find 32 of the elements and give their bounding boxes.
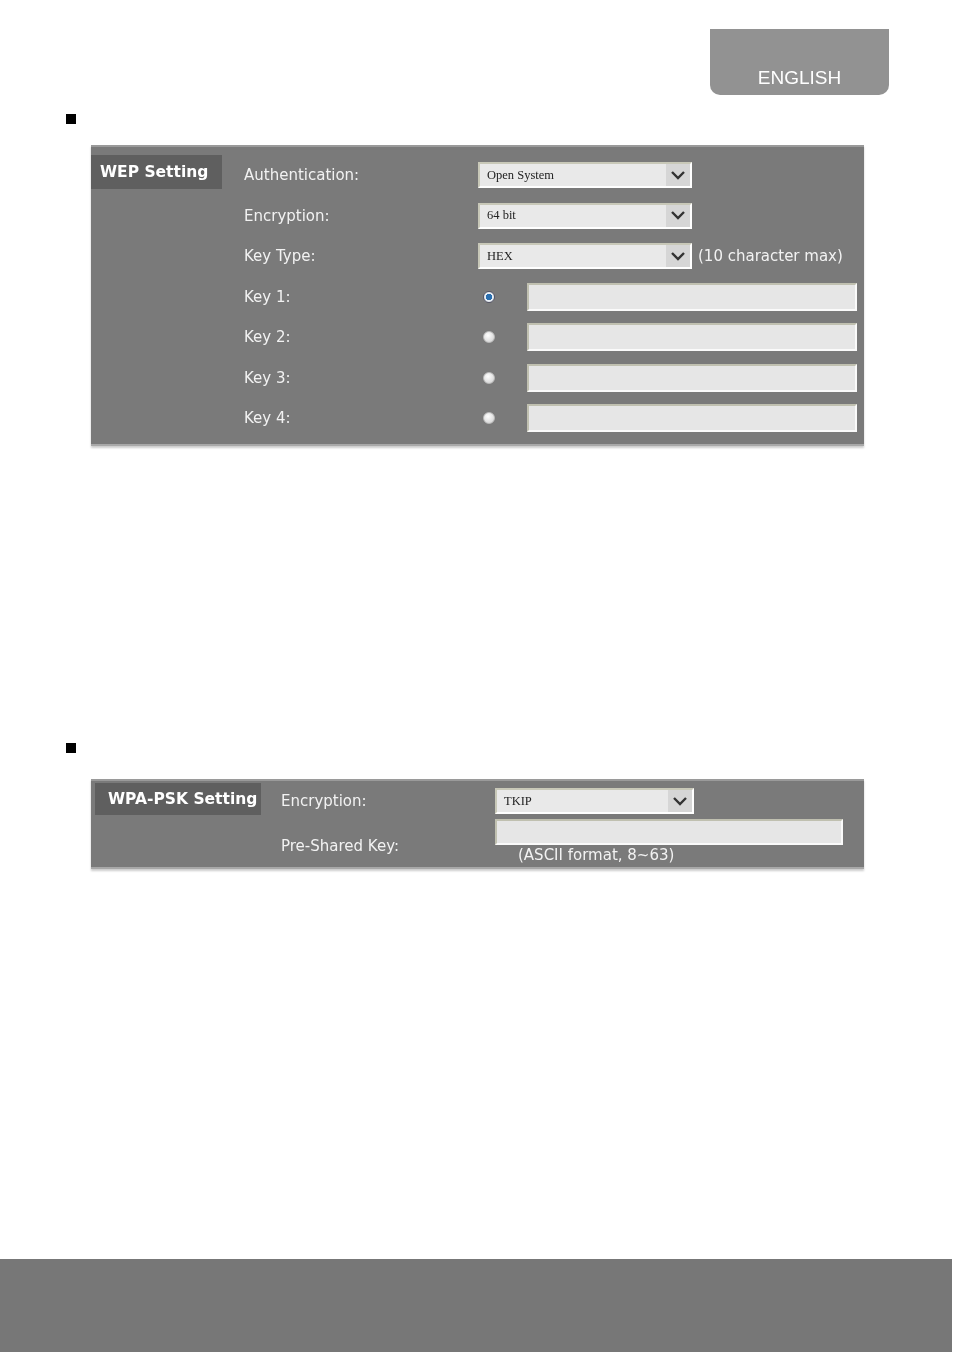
field-label: Key Type: <box>244 247 317 266</box>
key-field[interactable] <box>527 282 857 311</box>
key-field[interactable] <box>527 363 857 392</box>
chevron-icon <box>671 251 685 261</box>
radio-button[interactable] <box>483 331 495 344</box>
field-label: Key 3: <box>244 368 292 387</box>
chevron-icon <box>671 170 685 180</box>
field-label: Authentication: <box>244 166 361 185</box>
key-field[interactable] <box>527 323 857 352</box>
chevron-icon <box>673 796 687 806</box>
field-label: Key 2: <box>244 328 292 347</box>
chevron-icon <box>671 211 685 221</box>
panel-title: WPA-PSK Setting <box>95 783 261 815</box>
encryption-select[interactable]: 64 bit <box>478 202 692 229</box>
field-label: Key 4: <box>244 409 292 428</box>
field-label: Encryption: <box>281 792 368 810</box>
bullet-icon <box>66 743 76 753</box>
encryption-select[interactable]: TKIP <box>495 788 694 814</box>
field-label: Key 1: <box>244 287 292 306</box>
key-type-select[interactable]: HEX <box>478 243 692 270</box>
authentication-select[interactable]: Open System <box>478 162 692 189</box>
panel-title: WEP Setting <box>91 155 222 189</box>
key-field[interactable] <box>527 404 857 433</box>
bullet-icon <box>66 114 76 124</box>
field-label: Pre-Shared Key: <box>281 837 400 857</box>
field-label: Encryption: <box>244 206 331 225</box>
radio-button[interactable] <box>483 290 495 303</box>
hint-text: (ASCII format, 8~63) <box>518 846 676 864</box>
radio-button[interactable] <box>483 412 495 425</box>
pre-shared-key-field[interactable] <box>495 819 843 845</box>
hint-text: (10 character max) <box>698 247 843 266</box>
radio-button[interactable] <box>483 371 495 384</box>
